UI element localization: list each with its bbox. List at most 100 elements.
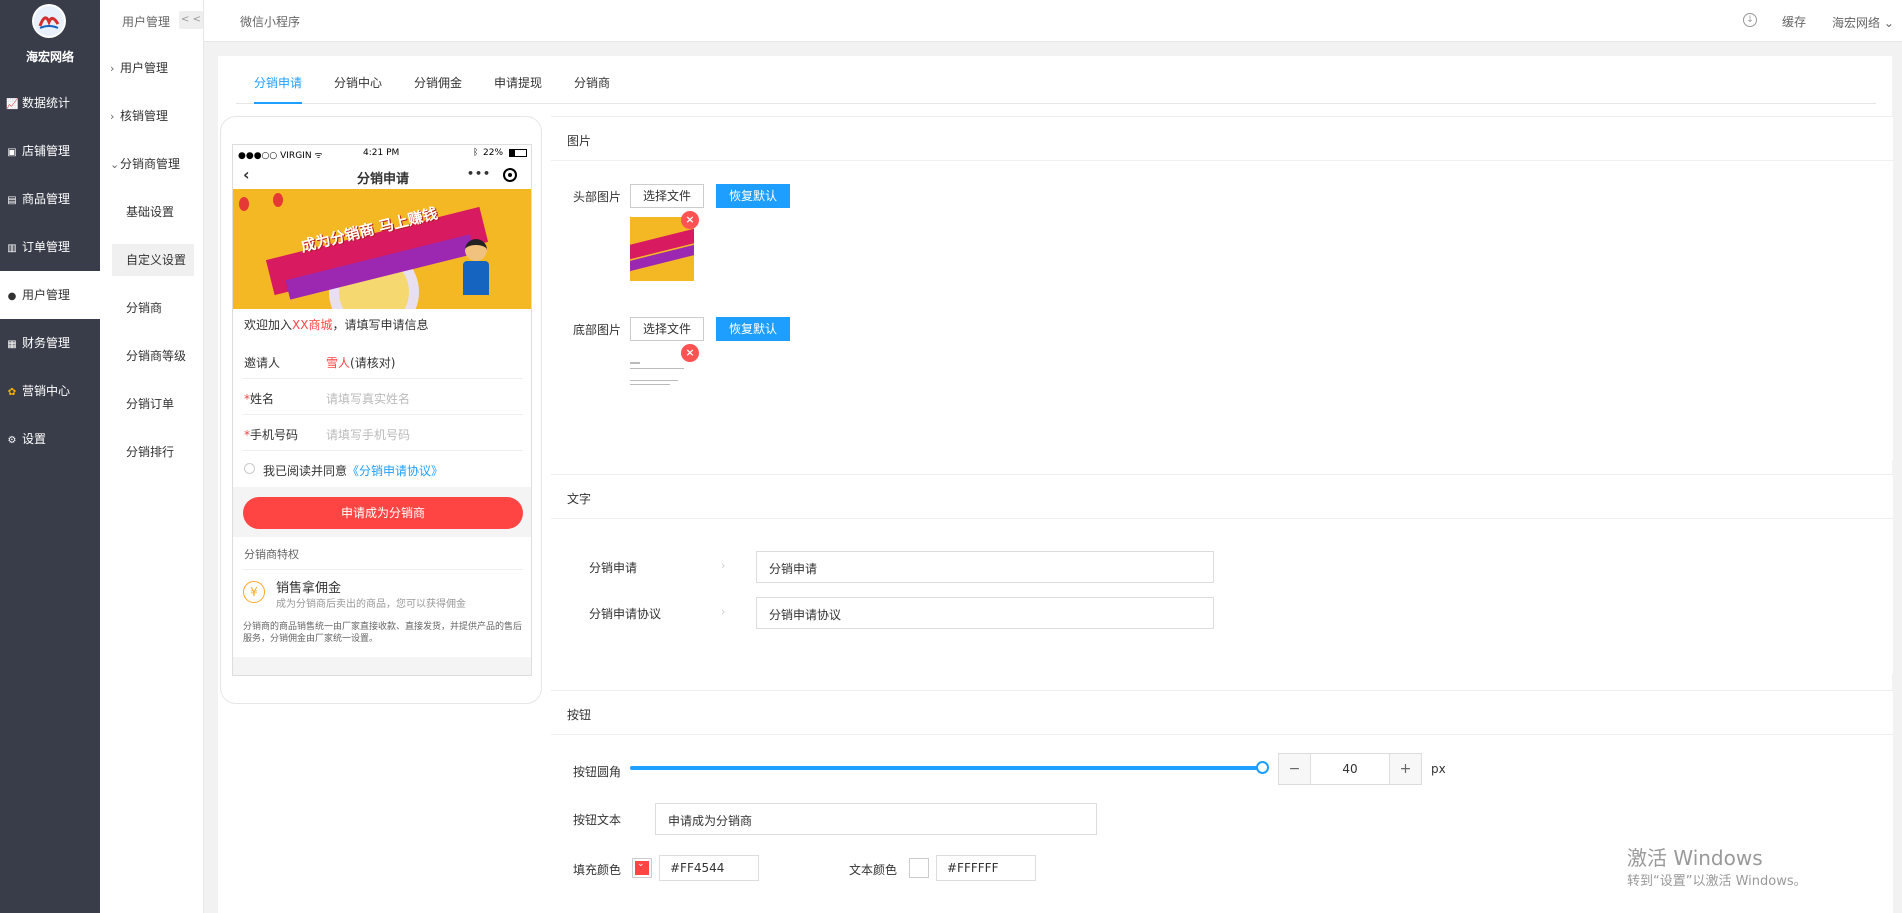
- inviter-name: 雪人: [326, 356, 351, 370]
- chart-icon: 📈: [6, 99, 19, 110]
- agree-radio[interactable]: [244, 463, 255, 474]
- header-reset-button[interactable]: 恢复默认: [716, 184, 790, 208]
- sub-sidebar: 用户管理 < < › 用户管理 › 核销管理 ⌄分销商管理 基础设置 自定义设置 分…: [100, 0, 204, 913]
- apply-text-input[interactable]: 分销申请: [756, 551, 1214, 583]
- chevron-down-icon: ⌄: [637, 859, 645, 869]
- banner-character: [459, 239, 493, 299]
- plus-icon[interactable]: +: [1389, 754, 1421, 784]
- privilege-note: 分销商的商品销售统一由厂家直接收款、直接发货，并提供产品的售后服务，分销佣金由厂…: [243, 622, 523, 644]
- phone-preview: ●●●○○ VIRGIN ᯤ 4:21 PM ᛒ 22% ‹ 分销申请 ••• …: [220, 116, 542, 704]
- sub-group-verify[interactable]: › 核销管理: [100, 100, 204, 132]
- inviter-row: 邀请人 雪人(请核对): [233, 343, 531, 379]
- header-banner: 成为分销商 马上赚钱: [233, 189, 531, 309]
- sub-item-level[interactable]: 分销商等级: [112, 340, 194, 372]
- privilege-section: 分销商特权 ¥ 销售拿佣金 成为分销商后卖出的商品，您可以获得佣金 分销商的商品…: [233, 537, 531, 657]
- nav-item-marketing[interactable]: ✿ 营销中心: [0, 367, 100, 415]
- agree-text: 我已阅读并同意《分销申请协议》: [263, 464, 444, 478]
- header-delete-icon[interactable]: ×: [681, 211, 699, 229]
- more-icon[interactable]: •••: [467, 167, 491, 180]
- footer-reset-button[interactable]: 恢复默认: [716, 317, 790, 341]
- text-panel: 文字 分销申请 › 分销申请 分销申请协议 › 分销申请协议: [551, 474, 1893, 674]
- sub-item-ranking[interactable]: 分销排行: [112, 436, 194, 468]
- collapse-button[interactable]: < <: [179, 11, 203, 29]
- fill-color-swatch[interactable]: ⌄: [632, 858, 652, 878]
- footer-choose-file-button[interactable]: 选择文件: [630, 317, 704, 341]
- time-text: 4:21 PM: [363, 148, 400, 158]
- radius-value-input[interactable]: 40: [1311, 754, 1389, 784]
- tab-commission[interactable]: 分销佣金: [414, 74, 462, 104]
- download-icon[interactable]: ↓: [1743, 13, 1757, 27]
- goods-icon: ▤: [7, 195, 17, 206]
- sub-item-basic[interactable]: 基础设置: [112, 196, 194, 228]
- chevron-down-icon: ⌄: [110, 158, 120, 171]
- nav-item-store[interactable]: ▣ 店铺管理: [0, 127, 100, 175]
- nav-label: 店铺管理: [22, 144, 71, 158]
- footer-delete-icon[interactable]: ×: [681, 344, 699, 362]
- chevron-right-icon: ›: [721, 605, 726, 618]
- button-text-label: 按钮文本: [573, 813, 622, 827]
- name-input[interactable]: 请填写真实姓名: [326, 390, 410, 407]
- tab-bar: 分销申请 分销中心 分销佣金 申请提现 分销商: [236, 56, 1876, 104]
- panel-title: 按钮: [567, 708, 592, 722]
- nav-item-settings[interactable]: ⚙ 设置: [0, 415, 100, 463]
- sub-item-custom[interactable]: 自定义设置: [112, 244, 194, 276]
- store-icon: ▣: [7, 147, 17, 158]
- nav-item-goods[interactable]: ▤ 商品管理: [0, 175, 100, 223]
- target-icon[interactable]: [503, 168, 517, 182]
- sub-item-distributor[interactable]: 分销商: [112, 292, 194, 324]
- balloon-icon: [239, 197, 249, 211]
- user-menu[interactable]: 海宏网络 ⌄: [1832, 14, 1894, 31]
- phone-nav-bar: ‹ 分销申请 •••: [233, 161, 531, 189]
- sub-sidebar-header: 用户管理 < <: [100, 0, 204, 42]
- panel-title: 文字: [567, 492, 592, 506]
- phone-status-bar: ●●●○○ VIRGIN ᯤ 4:21 PM ᛒ 22%: [233, 145, 531, 161]
- footer-image-label: 底部图片: [573, 323, 622, 337]
- brand-name: 海宏网络: [25, 50, 74, 64]
- minus-icon[interactable]: −: [1279, 754, 1311, 784]
- chevron-right-icon: ›: [110, 62, 115, 75]
- carrier-text: ●●●○○ VIRGIN ᯤ: [238, 151, 323, 161]
- inviter-note: (请核对): [350, 356, 396, 370]
- agreement-text-input[interactable]: 分销申请协议: [756, 597, 1214, 629]
- tab-withdraw[interactable]: 申请提现: [494, 74, 542, 104]
- phone-row[interactable]: *手机号码 请填写手机号码: [233, 415, 531, 451]
- brand-logo[interactable]: [32, 4, 66, 38]
- cache-link[interactable]: 缓存: [1782, 13, 1806, 30]
- agreement-row[interactable]: 我已阅读并同意《分销申请协议》: [233, 451, 531, 487]
- sub-group-distributor[interactable]: ⌄分销商管理: [100, 148, 204, 180]
- name-row[interactable]: *姓名 请填写真实姓名: [233, 379, 531, 415]
- nav-label: 营销中心: [22, 384, 71, 398]
- tab-distributor[interactable]: 分销商: [574, 74, 610, 104]
- text-color-input[interactable]: #FFFFFF: [936, 855, 1036, 881]
- tab-apply[interactable]: 分销申请: [254, 74, 303, 104]
- button-text-input[interactable]: 申请成为分销商: [655, 803, 1097, 835]
- sub-group-label: 核销管理: [120, 109, 169, 123]
- chevron-right-icon: ›: [110, 110, 115, 123]
- user-icon: ●: [7, 291, 17, 302]
- sub-group-label: 分销商管理: [120, 157, 181, 171]
- header-image-label: 头部图片: [573, 190, 622, 204]
- apply-button[interactable]: 申请成为分销商: [243, 497, 523, 529]
- sub-item-orders[interactable]: 分销订单: [112, 388, 194, 420]
- sub-sidebar-title: 用户管理: [122, 15, 171, 29]
- phone-input[interactable]: 请填写手机号码: [326, 426, 410, 443]
- nav-item-users[interactable]: ● 用户管理: [0, 271, 100, 319]
- shop-name: XX商城: [292, 318, 333, 332]
- yuan-icon: ¥: [243, 581, 265, 603]
- nav-item-finance[interactable]: ▦ 财务管理: [0, 319, 100, 367]
- windows-watermark-title: 激活 Windows: [1627, 846, 1763, 870]
- nav-item-orders[interactable]: ▥ 订单管理: [0, 223, 100, 271]
- balloon-icon: [273, 193, 283, 207]
- radius-slider-track[interactable]: [630, 766, 1262, 770]
- nav-item-stats[interactable]: 📈 数据统计: [0, 79, 100, 127]
- phone-screen: ●●●○○ VIRGIN ᯤ 4:21 PM ᛒ 22% ‹ 分销申请 ••• …: [232, 144, 532, 676]
- inviter-value: 雪人(请核对): [326, 354, 395, 371]
- radius-slider-handle[interactable]: [1256, 761, 1269, 774]
- tab-center[interactable]: 分销中心: [334, 74, 382, 104]
- text-color-swatch[interactable]: [909, 858, 929, 878]
- agreement-link[interactable]: 《分销申请协议》: [347, 464, 443, 478]
- sub-group-users[interactable]: › 用户管理: [100, 52, 204, 84]
- fill-color-input[interactable]: #FF4544: [659, 855, 759, 881]
- finance-icon: ▦: [7, 339, 17, 350]
- header-choose-file-button[interactable]: 选择文件: [630, 184, 704, 208]
